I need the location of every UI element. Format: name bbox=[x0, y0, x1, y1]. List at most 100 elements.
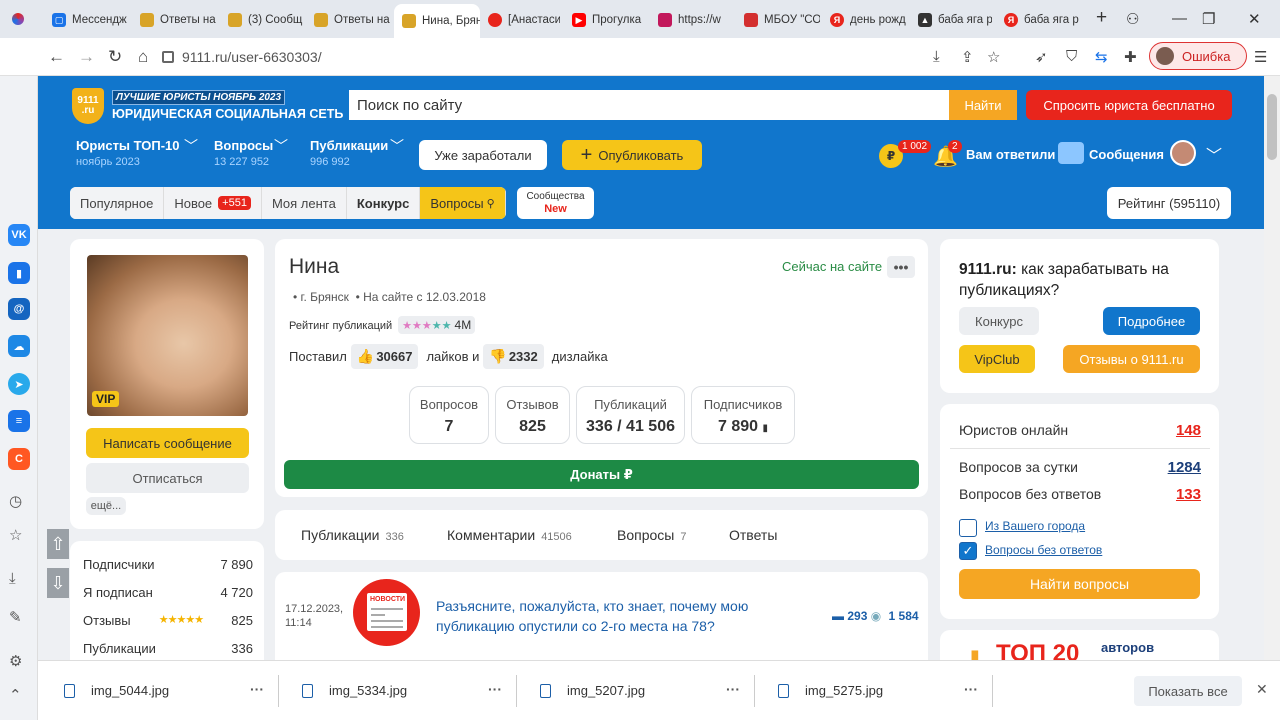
minimize-icon[interactable]: — bbox=[1172, 10, 1187, 27]
menu-icon[interactable]: ☰ bbox=[1254, 48, 1267, 66]
likes-count[interactable]: 👍 30667 bbox=[350, 344, 419, 369]
tab-search-icon[interactable]: ⚇ bbox=[1126, 10, 1139, 28]
chevron-down-icon[interactable]: ﹀ bbox=[1206, 142, 1222, 166]
download-menu-icon[interactable]: ··· bbox=[726, 681, 740, 697]
download-menu-icon[interactable]: ··· bbox=[488, 681, 502, 697]
box-reviews[interactable]: Отзывов 825 bbox=[495, 386, 570, 444]
tab-7[interactable]: https://w bbox=[658, 6, 732, 34]
tab-3[interactable]: Ответы на bbox=[314, 6, 390, 34]
tab-0[interactable]: ▢ Мессендж bbox=[52, 6, 128, 34]
write-message-button[interactable]: Написать сообщение bbox=[86, 428, 249, 458]
settings-gear-icon[interactable]: ⚙ bbox=[9, 652, 22, 670]
top20-title[interactable]: ТОП 20 bbox=[996, 640, 1079, 660]
dislikes-count[interactable]: 👎 2332 bbox=[483, 344, 544, 369]
donate-button[interactable]: Донаты ₽ bbox=[284, 460, 919, 489]
user-avatar[interactable] bbox=[1170, 140, 1196, 166]
reload-icon[interactable]: ↻ bbox=[108, 47, 122, 67]
nav-top-lawyers[interactable]: Юристы ТОП-10 ﹀ ноябрь 2023 bbox=[76, 138, 198, 168]
rocket-icon[interactable]: ➶ bbox=[1035, 48, 1048, 66]
download-page-icon[interactable]: ⤓ bbox=[933, 48, 940, 65]
show-all-downloads-button[interactable]: Показать все bbox=[1134, 676, 1242, 706]
download-menu-icon[interactable]: ··· bbox=[964, 681, 978, 697]
rating-pill[interactable]: ★★★★★ 4M bbox=[398, 316, 476, 334]
downloads-icon[interactable]: ⤓ bbox=[9, 570, 16, 587]
logo-best-lawyers[interactable]: ЛУЧШИЕ ЮРИСТЫ НОЯБРЬ 2023 bbox=[112, 90, 286, 105]
more-details-button[interactable]: Подробнее bbox=[1103, 307, 1200, 335]
scrollbar-thumb[interactable] bbox=[1267, 94, 1277, 160]
mail-icon[interactable]: @ bbox=[8, 298, 30, 320]
search-button[interactable]: Найти bbox=[949, 90, 1017, 120]
download-item-1[interactable]: img_5044.jpg bbox=[64, 683, 169, 698]
tab-8[interactable]: МБОУ "СО bbox=[744, 6, 820, 34]
tab-publications[interactable]: Публикации 336 bbox=[301, 527, 404, 543]
unanswered-checkbox-label[interactable]: Вопросы без ответов bbox=[985, 543, 1102, 557]
earned-button[interactable]: Уже заработали bbox=[419, 140, 547, 170]
search-input[interactable]: Поиск по сайту bbox=[349, 90, 949, 120]
more-button[interactable]: ещё... bbox=[86, 497, 126, 515]
city-checkbox[interactable] bbox=[959, 519, 977, 537]
download-item-3[interactable]: img_5207.jpg bbox=[540, 683, 645, 698]
vk-icon[interactable]: VK bbox=[8, 224, 30, 246]
tab-questions[interactable]: Вопросы 7 bbox=[617, 527, 686, 543]
subnav-new[interactable]: Новое +551 bbox=[164, 187, 262, 219]
box-subscribers[interactable]: Подписчиков 7 890 ▮ bbox=[691, 386, 795, 444]
profile-error-button[interactable]: Ошибка bbox=[1149, 42, 1247, 70]
box-publications[interactable]: Публикаций 336 / 41 506 bbox=[576, 386, 685, 444]
logo-name[interactable]: ЮРИДИЧЕСКАЯ СОЦИАЛЬНАЯ СЕТЬ bbox=[112, 107, 343, 121]
tab-comments[interactable]: Комментарии 41506 bbox=[447, 527, 572, 543]
tab-9[interactable]: Ядень рожд bbox=[830, 6, 906, 34]
tab-6[interactable]: ▶ Прогулка bbox=[572, 6, 646, 34]
bookmark-star-icon[interactable]: ☆ bbox=[987, 48, 1000, 66]
communities-button[interactable]: Сообщества New bbox=[517, 187, 594, 219]
site-info-icon[interactable] bbox=[162, 51, 174, 63]
restore-icon[interactable]: ❐ bbox=[1202, 10, 1215, 28]
vipclub-button[interactable]: VipClub bbox=[959, 345, 1035, 373]
close-icon[interactable]: ✕ bbox=[1256, 681, 1268, 698]
tab-5[interactable]: [Анастаси bbox=[488, 6, 560, 34]
translate-icon[interactable]: ⇆ bbox=[1095, 48, 1108, 66]
new-tab-button[interactable]: + bbox=[1096, 7, 1107, 29]
ask-lawyer-button[interactable]: Спросить юриста бесплатно bbox=[1026, 90, 1232, 120]
stat-reviews[interactable]: Отзывы ★★★★★ 825 bbox=[83, 613, 253, 628]
back-icon[interactable]: ← bbox=[48, 47, 65, 67]
stat-publications[interactable]: Публикации 336 bbox=[83, 641, 253, 656]
scroll-up-arrow-icon[interactable]: ⇧ bbox=[47, 529, 69, 559]
extensions-icon[interactable]: ✚ bbox=[1124, 48, 1137, 66]
scroll-down-arrow-icon[interactable]: ⇩ bbox=[47, 568, 69, 598]
stat-subscribers[interactable]: Подписчики 7 890 bbox=[83, 557, 253, 572]
publish-button[interactable]: + Опубликовать bbox=[562, 140, 702, 170]
tab-10[interactable]: ▲ баба яга р bbox=[918, 6, 992, 34]
favorites-icon[interactable]: ☆ bbox=[9, 526, 22, 544]
shield-outline-icon[interactable]: ⛉ bbox=[1066, 48, 1077, 65]
chevron-up-icon[interactable]: ⌃ bbox=[9, 686, 22, 704]
tab-4-active[interactable]: Нина, Брян bbox=[394, 4, 480, 38]
nav-questions[interactable]: Вопросы ﹀ 13 227 952 bbox=[214, 138, 288, 168]
tab-11[interactable]: Ябаба яга р bbox=[1004, 6, 1080, 34]
message-icon[interactable] bbox=[1058, 142, 1084, 164]
url-field[interactable]: 9111.ru/user-6630303/ bbox=[162, 44, 922, 70]
app-icon[interactable]: C bbox=[8, 448, 30, 470]
forward-icon[interactable]: → bbox=[78, 47, 95, 67]
unsubscribe-button[interactable]: Отписаться bbox=[86, 463, 249, 493]
tab-2[interactable]: (3) Сообщ bbox=[228, 6, 304, 34]
unanswered-checkbox[interactable]: ✓ bbox=[959, 542, 977, 560]
home-icon[interactable]: ⌂ bbox=[138, 47, 148, 67]
publication-title-link[interactable]: Разъясните, пожалуйста, кто знает, почем… bbox=[436, 596, 806, 636]
stats-icon[interactable]: ▮ bbox=[8, 262, 30, 284]
tab-1[interactable]: Ответы на bbox=[140, 6, 216, 34]
nav-publications[interactable]: Публикации ﹀ 996 992 bbox=[310, 138, 404, 168]
logo-shield-icon[interactable]: 9111 .ru bbox=[72, 88, 104, 124]
browser-menu-icon[interactable] bbox=[12, 13, 24, 25]
share-icon[interactable]: ⇪ bbox=[961, 48, 974, 66]
more-options-icon[interactable]: ••• bbox=[887, 256, 915, 278]
site-reviews-button[interactable]: Отзывы о 9111.ru bbox=[1063, 345, 1200, 373]
subnav-questions[interactable]: Вопросы ⚲ bbox=[420, 187, 506, 219]
page-scrollbar[interactable] bbox=[1264, 76, 1280, 660]
history-icon[interactable]: ◷ bbox=[9, 492, 22, 510]
tools-icon[interactable]: ✎ bbox=[9, 608, 22, 626]
stat-subscribed[interactable]: Я подписан 4 720 bbox=[83, 585, 253, 600]
download-item-4[interactable]: img_5275.jpg bbox=[778, 683, 883, 698]
download-menu-icon[interactable]: ··· bbox=[250, 681, 264, 697]
telegram-icon[interactable]: ➤ bbox=[8, 373, 30, 395]
box-questions[interactable]: Вопросов 7 bbox=[409, 386, 489, 444]
